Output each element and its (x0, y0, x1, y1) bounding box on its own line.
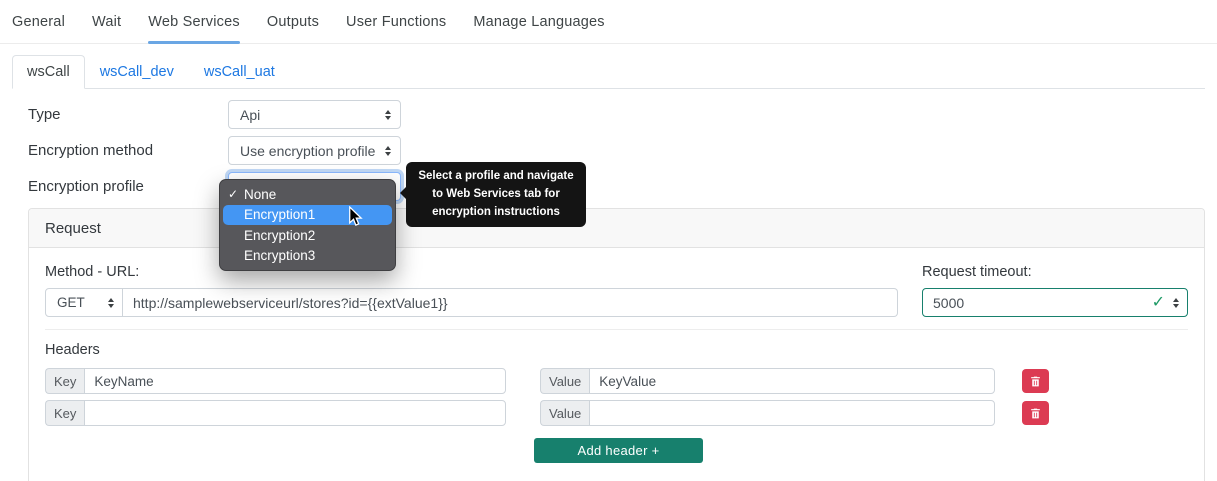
headers-label: Headers (45, 342, 1188, 358)
header-key-input[interactable] (84, 368, 506, 394)
request-timeout-label: Request timeout: (922, 264, 1188, 280)
method-url-label: Method - URL: (45, 264, 898, 280)
encryption-profile-label: Encryption profile (28, 178, 228, 195)
encryption-profile-tooltip: Select a profile and navigate to Web Ser… (406, 162, 586, 227)
dropdown-option-encryption2[interactable]: Encryption2 (223, 225, 392, 246)
method-select-value: GET (57, 295, 85, 310)
valid-check-icon: ✓ (1152, 295, 1165, 311)
encryption-method-value: Use encryption profile (240, 143, 375, 159)
request-panel-body: Method - URL: GET Request timeout: ✓ (29, 248, 1204, 479)
encryption-profile-row: Encryption profile (28, 172, 1189, 201)
dropdown-option-label: Encryption2 (244, 228, 315, 243)
number-stepper[interactable] (1173, 298, 1179, 308)
trash-icon (1029, 407, 1042, 420)
encryption-method-label: Encryption method (28, 142, 228, 159)
request-panel-title: Request (45, 220, 101, 237)
header-key-input[interactable] (84, 400, 506, 426)
type-select-value: Api (240, 107, 260, 123)
key-prefix-label: Key (45, 368, 84, 394)
select-arrows-icon (108, 298, 114, 308)
encryption-method-select[interactable]: Use encryption profile (228, 136, 401, 165)
type-row: Type Api (28, 100, 1189, 129)
tab-outputs[interactable]: Outputs (267, 0, 319, 43)
tab-wait[interactable]: Wait (92, 0, 121, 43)
add-header-button[interactable]: Add header + (534, 438, 703, 463)
method-url-column: Method - URL: GET (45, 264, 898, 317)
header-row: Key Value (45, 368, 1188, 394)
encryption-profile-dropdown: ✓ None Encryption1 Encryption2 Encryptio… (219, 179, 396, 271)
divider (45, 329, 1188, 330)
top-nav: General Wait Web Services Outputs User F… (0, 0, 1217, 44)
timeout-column: Request timeout: ✓ (922, 264, 1188, 317)
ws-call-tabs: wsCall wsCall_dev wsCall_uat (12, 55, 1205, 89)
web-services-config-page: General Wait Web Services Outputs User F… (0, 0, 1217, 481)
tab-web-services[interactable]: Web Services (148, 0, 240, 43)
select-arrows-icon (385, 146, 391, 156)
delete-header-button[interactable] (1022, 369, 1049, 393)
tab-general[interactable]: General (12, 0, 65, 43)
tab-wscall[interactable]: wsCall (12, 55, 85, 89)
delete-header-button[interactable] (1022, 401, 1049, 425)
value-prefix-label: Value (540, 368, 589, 394)
dropdown-option-label: Encryption3 (244, 248, 315, 263)
tab-manage-languages[interactable]: Manage Languages (473, 0, 604, 43)
select-arrows-icon (385, 110, 391, 120)
check-icon: ✓ (228, 187, 244, 201)
ws-settings-form: Type Api Encryption method Use encryptio… (0, 89, 1217, 201)
url-input[interactable] (123, 288, 898, 317)
method-select[interactable]: GET (45, 288, 123, 317)
header-value-group: Value (540, 368, 995, 394)
request-panel-header: Request (29, 209, 1204, 248)
header-value-input[interactable] (589, 368, 995, 394)
header-key-group: Key (45, 400, 506, 426)
type-label: Type (28, 106, 228, 123)
header-key-group: Key (45, 368, 506, 394)
trash-icon (1029, 375, 1042, 388)
request-timeout-field: ✓ (922, 288, 1188, 317)
tab-user-functions[interactable]: User Functions (346, 0, 446, 43)
encryption-method-row: Encryption method Use encryption profile (28, 136, 1189, 165)
header-value-input[interactable] (589, 400, 995, 426)
tab-wscall-uat[interactable]: wsCall_uat (189, 55, 290, 89)
value-prefix-label: Value (540, 400, 589, 426)
tab-wscall-dev[interactable]: wsCall_dev (85, 55, 189, 89)
key-prefix-label: Key (45, 400, 84, 426)
header-value-group: Value (540, 400, 995, 426)
dropdown-option-label: None (244, 187, 276, 202)
dropdown-option-label: Encryption1 (244, 207, 315, 222)
type-select[interactable]: Api (228, 100, 401, 129)
dropdown-option-encryption1[interactable]: Encryption1 (223, 205, 392, 226)
request-timeout-input[interactable] (925, 295, 1152, 311)
dropdown-option-none[interactable]: ✓ None (223, 184, 392, 205)
request-panel: Request Method - URL: GET Request timeou… (28, 208, 1205, 481)
dropdown-option-encryption3[interactable]: Encryption3 (223, 246, 392, 267)
method-url-group: GET (45, 288, 898, 317)
header-row: Key Value (45, 400, 1188, 426)
